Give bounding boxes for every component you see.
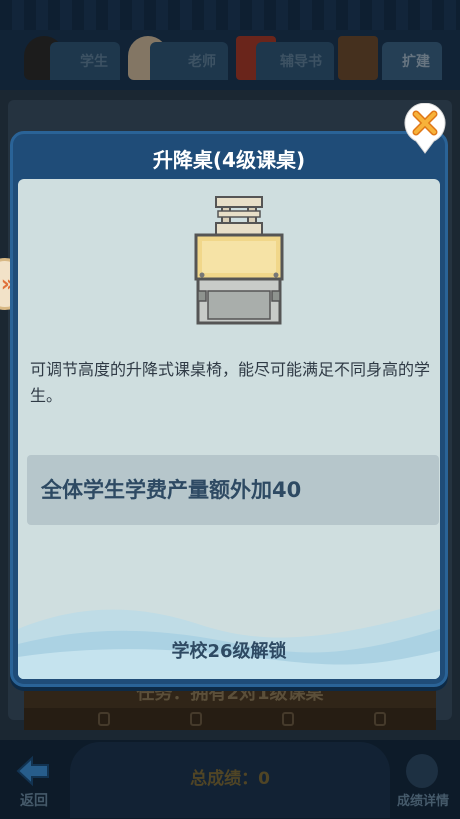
item-description: 可调节高度的升降式课桌椅，能尽可能满足不同身高的学生。 (30, 360, 431, 405)
dialog-body: 可调节高度的升降式课桌椅，能尽可能满足不同身高的学生。 全体学生学费产量额外加4… (18, 179, 440, 679)
unlock-requirement: 学校26级解锁 (171, 641, 287, 662)
lift-desk-image (194, 196, 284, 325)
close-x-icon[interactable] (403, 103, 447, 155)
bonus-effect: 全体学生学费产量额外加40 (27, 455, 439, 525)
item-info-dialog: 升降桌(4级课桌) 可调节高度的升降式课桌椅，能尽可能满足不同身高的学生。 全体… (10, 131, 448, 687)
dialog-title: 升降桌(4级课桌) (152, 148, 306, 172)
bonus-text: 全体学生学费产量额外加40 (41, 478, 302, 502)
